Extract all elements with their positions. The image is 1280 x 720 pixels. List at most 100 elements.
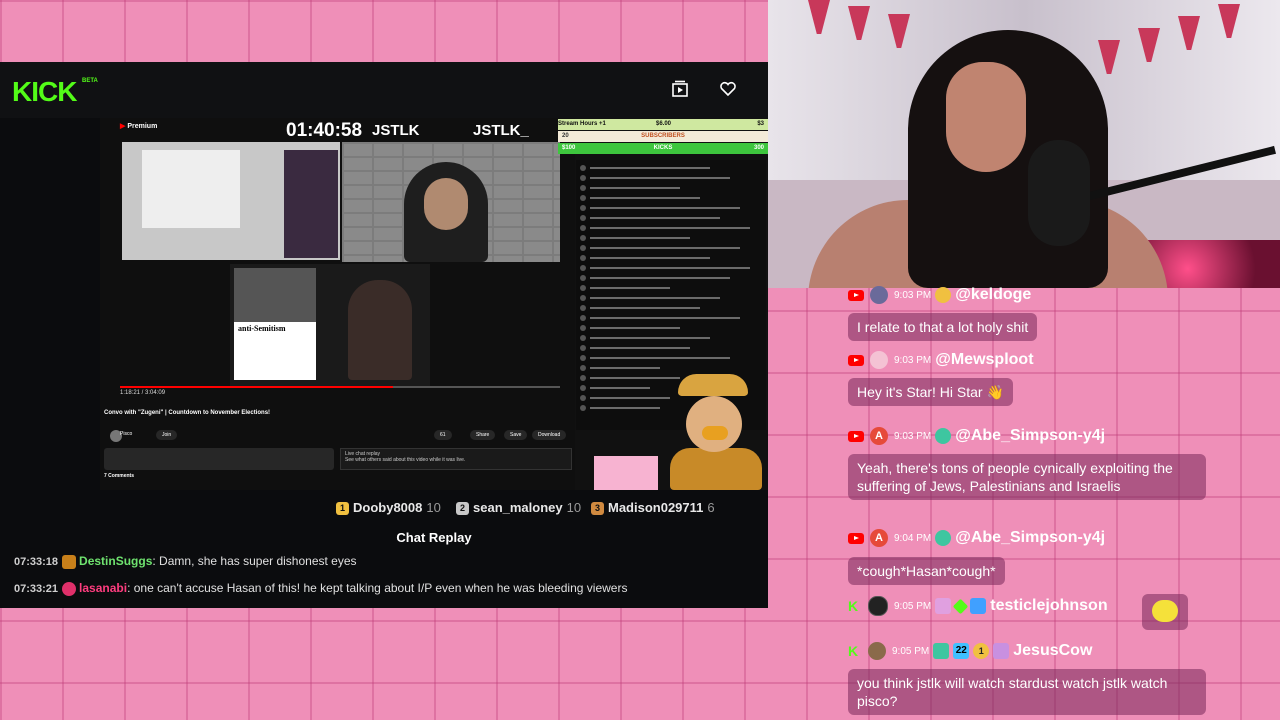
leaderboard-count: 10 [426, 500, 441, 515]
video-title: Convo with "Zugeni" | Countdown to Novem… [104, 410, 271, 416]
message-user[interactable]: lasanabi [79, 581, 127, 595]
chat-replay-title: Chat Replay [396, 530, 472, 545]
chat-message-header: A 9:03 PM @Abe_Simpson-y4j [848, 427, 1105, 447]
avatar [870, 351, 888, 369]
jstlk-kick-tag: JSTLK [372, 122, 420, 139]
chat-message-bubble: you think jstlk will watch stardust watc… [848, 669, 1206, 715]
chat-message-header: 9:03 PM @Mewsploot [848, 351, 1034, 371]
doc-title: anti-Semitism [238, 324, 286, 333]
download-button[interactable]: Download [532, 430, 567, 440]
pink-thumbnail [594, 456, 658, 490]
guest-figure [348, 280, 412, 380]
emote-icon [1152, 600, 1178, 622]
video-document-pane [122, 142, 340, 260]
leaderboard-entry: 2 sean_maloney 10 [456, 500, 581, 516]
message-time: 9:04 PM [894, 532, 932, 544]
message-text: : one can't accuse Hasan of this! he kep… [127, 581, 628, 595]
chat-replay-panel: Chat Replay 07:33:18 DestinSuggs: Damn, s… [0, 522, 768, 608]
message-time: 9:03 PM [894, 430, 932, 442]
heart-icon[interactable] [718, 80, 738, 100]
verified-badge-icon [970, 598, 987, 614]
host-face [424, 178, 468, 230]
chat-message-header: A 9:04 PM @Abe_Simpson-y4j [848, 529, 1105, 549]
rank-badge-icon: 1 [973, 643, 990, 659]
video-player[interactable]: ▶ Premium 01:40:58 JSTLK JSTLK_ anti-Sem… [100, 118, 768, 490]
leaderboard-name: Madison029711 [608, 500, 704, 515]
leaderboard-entry: 3 Madison029711 6 [591, 500, 715, 516]
guest-camera: anti-Semitism [230, 264, 430, 386]
avatar [870, 286, 888, 304]
user-badge [62, 554, 77, 569]
chat-username[interactable]: @Abe_Simpson-y4j [955, 427, 1105, 445]
rank-badge: 3 [591, 502, 604, 516]
join-button[interactable]: Join [156, 430, 178, 440]
share-button[interactable]: Share [470, 430, 496, 440]
avatar [868, 596, 888, 616]
jstlk-twitter-tag: JSTLK_ [473, 122, 529, 139]
rank-badge: 1 [336, 502, 349, 516]
video-progress-bar[interactable] [120, 386, 560, 388]
live-chat-replay-box[interactable]: Live chat replay See what others said ab… [340, 448, 572, 470]
mascot-character [656, 374, 766, 490]
leaderboard-name: Dooby8008 [353, 500, 423, 515]
youtube-icon [848, 354, 864, 366]
sub-badge-icon [933, 643, 950, 659]
chat-username[interactable]: @Abe_Simpson-y4j [955, 529, 1105, 547]
message-time: 9:05 PM [892, 645, 930, 657]
member-badge-icon [935, 530, 952, 546]
live-chat-subtitle: See what others said about this video wh… [345, 457, 466, 463]
avatar [868, 642, 886, 660]
pink-light [1148, 240, 1280, 288]
microphone [1028, 140, 1090, 246]
months-badge: 22 [953, 643, 970, 659]
message-time: 07:33:18 [14, 556, 59, 568]
stream-timer: 01:40:58 [286, 120, 363, 141]
theater-mode-icon[interactable] [670, 80, 690, 100]
kick-icon: K [848, 598, 859, 614]
leaderboard-count: 6 [707, 500, 715, 515]
chat-message-bubble: *cough*Hasan*cough* [848, 557, 1005, 585]
avatar: A [870, 529, 888, 547]
stream-hours-row: Stream Hours +1 $6.00 $3 [558, 119, 768, 130]
comments-count: 7 Comments [104, 473, 135, 479]
chat-username[interactable]: @Mewsploot [935, 351, 1033, 369]
video-description[interactable] [104, 448, 334, 470]
youtube-icon [848, 532, 864, 544]
subscribers-row: 20 SUBSCRIBERS [558, 131, 768, 142]
emote-message [1142, 594, 1188, 630]
chat-message-bubble: Hey it's Star! Hi Star 👋 [848, 378, 1013, 406]
anti-semitism-doc: anti-Semitism [234, 322, 316, 380]
kick-logo[interactable]: KICK [12, 76, 77, 108]
save-button[interactable]: Save [504, 430, 528, 440]
chat-username[interactable]: testiclejohnson [990, 597, 1107, 615]
diamond-badge-icon [952, 598, 969, 614]
channel-name[interactable]: Pisco [120, 431, 132, 437]
message-text: : Damn, she has super dishonest eyes [152, 554, 357, 568]
kick-player-window: KICK BETA ▶ Premium 01:40:58 JSTLK JSTLK… [0, 62, 768, 608]
multistream-chat: 9:03 PM @keldoge I relate to that a lot h… [848, 286, 1280, 720]
kick-beta-label: BETA [82, 78, 98, 84]
chat-message-bubble: Yeah, there's tons of people cynically e… [848, 454, 1206, 500]
host-camera [342, 142, 560, 262]
leaderboard-name: sean_maloney [473, 500, 563, 515]
like-button[interactable]: 61 [434, 430, 452, 440]
chat-message-header: 9:03 PM @keldoge [848, 286, 1031, 306]
guest-inset [234, 268, 316, 322]
youtube-logo: ▶ Premium [120, 123, 158, 130]
video-time-display: 1:18:21 / 3:04:09 [120, 390, 166, 396]
member-badge-icon [935, 287, 952, 303]
chat-username[interactable]: JesusCow [1013, 642, 1092, 660]
message-user[interactable]: DestinSuggs [79, 554, 152, 568]
user-badge [62, 581, 77, 596]
video-sidebar-thumbs [284, 150, 338, 258]
channel-row: Pisco Join 61 Share Save Download [104, 430, 574, 444]
chat-username[interactable]: @keldoge [955, 286, 1031, 304]
document-page [142, 150, 240, 228]
streamer-face [946, 62, 1026, 172]
stream-goals-overlay: Stream Hours +1 $6.00 $3 20 SUBSCRIBERS … [558, 118, 768, 156]
chat-replay-message: 07:33:21 lasanabi: one can't accuse Hasan… [14, 581, 627, 599]
member-badge-icon [935, 428, 952, 444]
chat-message-header: K 9:05 PM testiclejohnson [848, 596, 1108, 616]
gift-badge-icon [935, 598, 952, 614]
webcam-feed [768, 0, 1280, 288]
